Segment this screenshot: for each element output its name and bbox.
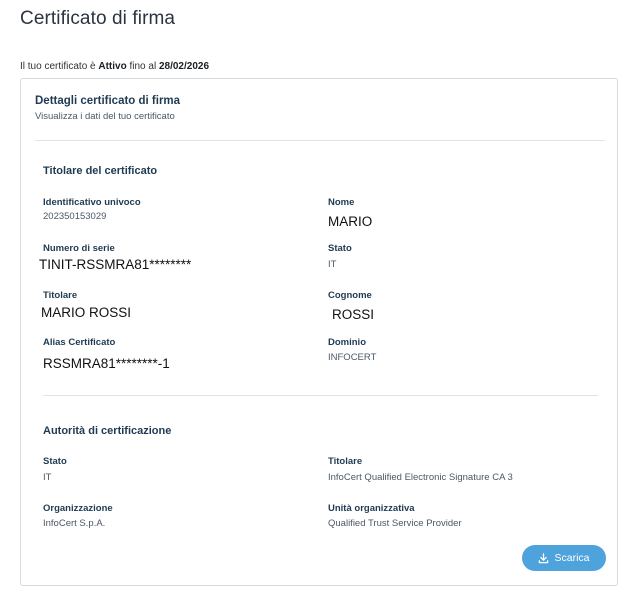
name-label: Nome bbox=[328, 197, 355, 208]
status-state: Attivo bbox=[98, 61, 127, 72]
page-title: Certificato di firma bbox=[20, 8, 176, 29]
certificate-status-line: Il tuo certificato è Attivo fino al 28/0… bbox=[20, 61, 209, 72]
download-icon bbox=[538, 552, 549, 564]
authority-section-title: Autorità di certificazione bbox=[43, 425, 172, 437]
status-prefix: Il tuo certificato è bbox=[20, 61, 99, 72]
organizational-unit-value: Qualified Trust Service Provider bbox=[328, 518, 462, 529]
card-subtitle: Visualizza i dati del tuo certificato bbox=[35, 111, 175, 122]
status-middle: fino al bbox=[126, 61, 159, 72]
serial-value: TINIT-RSSMRA81******** bbox=[39, 257, 192, 272]
domain-value: INFOCERT bbox=[328, 352, 377, 363]
section-divider bbox=[43, 395, 598, 396]
holder-section-title: Titolare del certificato bbox=[43, 165, 158, 177]
surname-label: Cognome bbox=[328, 290, 372, 301]
status-expiry-date: 28/02/2026 bbox=[158, 61, 210, 72]
organization-value: InfoCert S.p.A. bbox=[43, 518, 106, 529]
unique-id-label: Identificativo univoco bbox=[43, 197, 141, 208]
serial-label: Numero di serie bbox=[43, 243, 115, 254]
organizational-unit-label: Unità organizzativa bbox=[328, 503, 415, 514]
authority-state-value: IT bbox=[43, 472, 52, 483]
unique-id-value: 202350153029 bbox=[43, 211, 107, 222]
certificate-details-card: Dettagli certificato di firma Visualizza… bbox=[20, 78, 618, 586]
download-button[interactable]: Scarica bbox=[522, 545, 606, 571]
domain-label: Dominio bbox=[328, 337, 366, 348]
alias-label: Alias Certificato bbox=[43, 337, 116, 348]
state-label: Stato bbox=[328, 243, 352, 254]
name-value: MARIO bbox=[328, 214, 373, 229]
holder-label: Titolare bbox=[43, 290, 78, 301]
download-button-label: Scarica bbox=[554, 552, 590, 564]
authority-state-label: Stato bbox=[43, 456, 67, 467]
state-value: IT bbox=[328, 259, 337, 270]
alias-value: RSSMRA81********-1 bbox=[43, 356, 170, 371]
header-divider bbox=[35, 140, 605, 141]
authority-holder-label: Titolare bbox=[328, 456, 363, 467]
organization-label: Organizzazione bbox=[43, 503, 113, 514]
authority-holder-value: InfoCert Qualified Electronic Signature … bbox=[328, 472, 513, 483]
card-title: Dettagli certificato di firma bbox=[35, 95, 181, 107]
surname-value: ROSSI bbox=[332, 307, 375, 322]
holder-value: MARIO ROSSI bbox=[41, 305, 132, 320]
